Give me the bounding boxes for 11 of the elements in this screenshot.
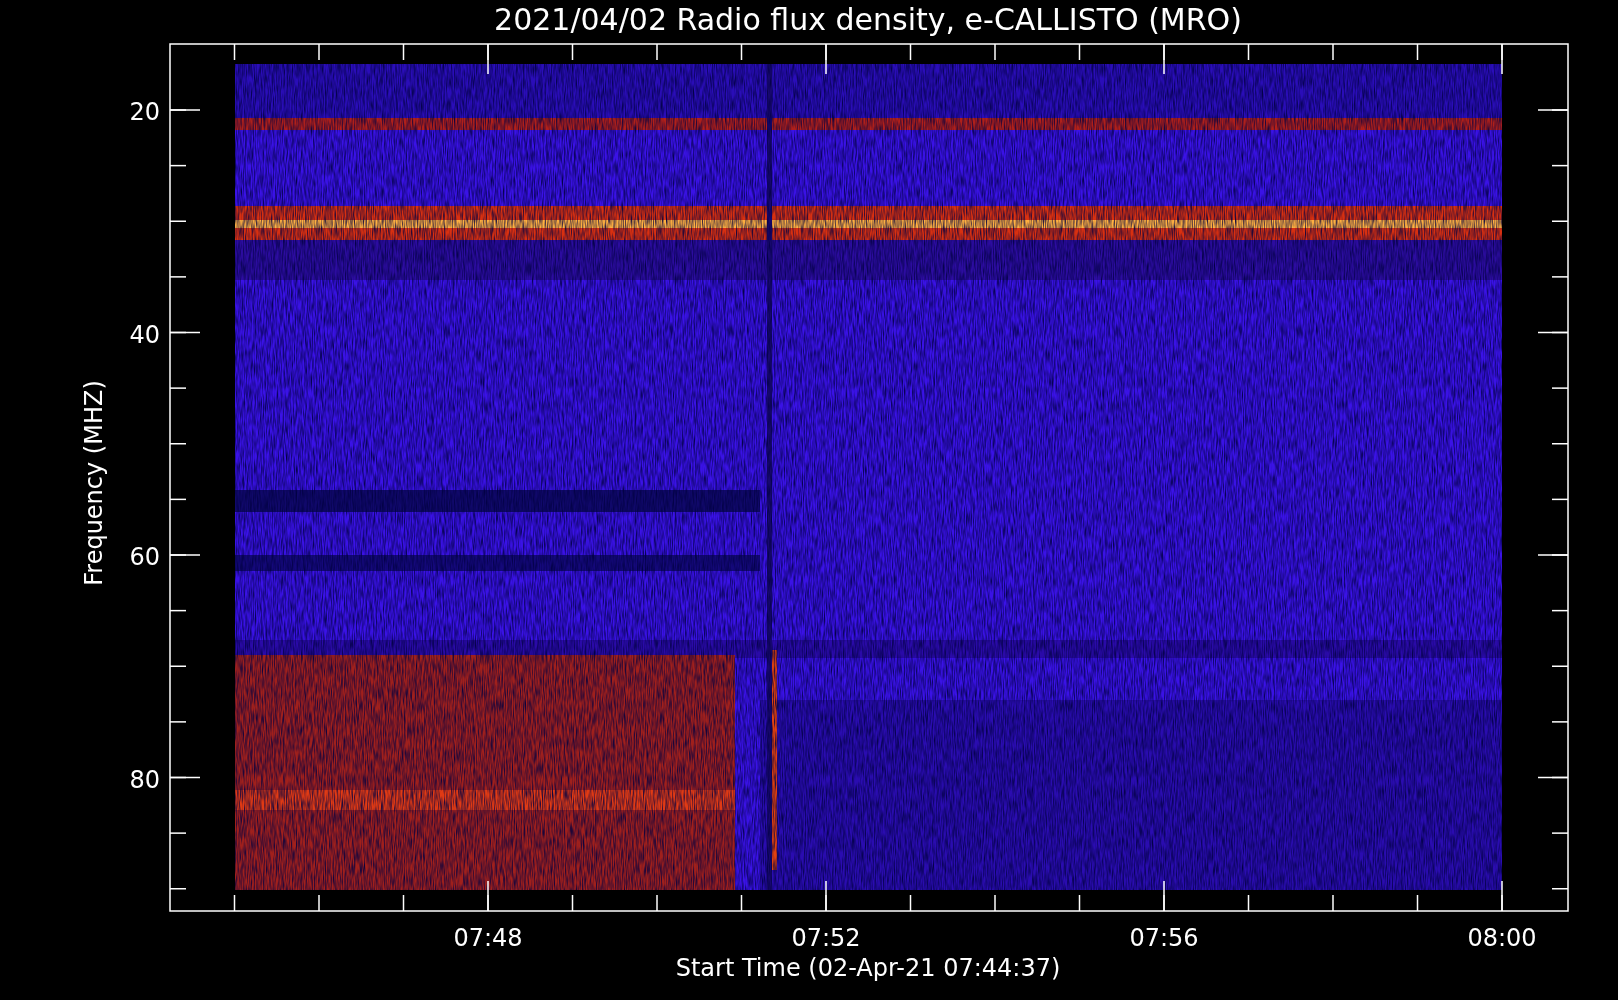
plot-title: 2021/04/02 Radio flux density, e-CALLISTO (MRO) bbox=[494, 2, 1242, 37]
tick-label: 60 bbox=[129, 543, 160, 571]
tick-label: 07:52 bbox=[791, 924, 861, 952]
tick-label: 08:00 bbox=[1467, 924, 1537, 952]
tick-label: 40 bbox=[129, 320, 160, 349]
tick-label: 20 bbox=[129, 98, 160, 126]
tick-label: 07:56 bbox=[1129, 924, 1199, 952]
axis-label: Frequency (MHZ) bbox=[80, 380, 108, 586]
tick-label: 80 bbox=[129, 765, 160, 794]
axis-label: Start Time (02-Apr-21 07:44:37) bbox=[675, 954, 1061, 982]
tick-label: 07:48 bbox=[453, 924, 523, 952]
